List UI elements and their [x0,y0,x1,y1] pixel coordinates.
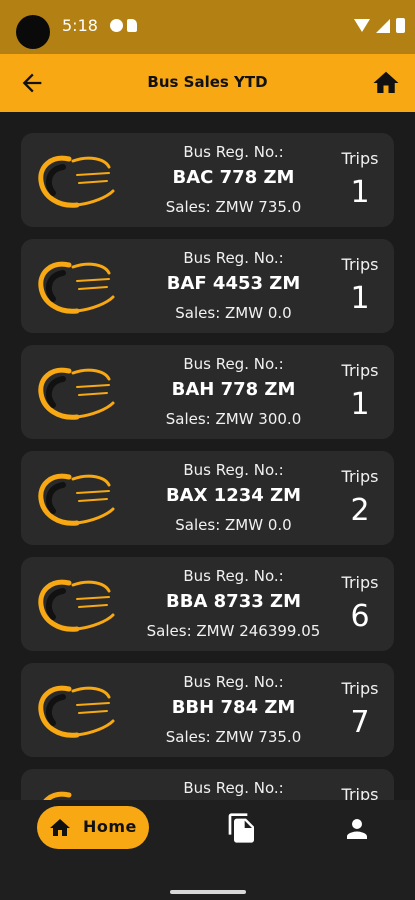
sd-card-icon [127,19,137,32]
system-home-indicator[interactable] [170,890,246,894]
bus-card[interactable]: Bus Reg. No.: BAH 778 ZM Sales: ZMW 300.… [21,345,394,439]
bus-reg-label: Bus Reg. No.: [183,249,284,267]
trips-label: Trips [341,573,379,592]
trips-label: Trips [341,679,379,698]
home-button[interactable] [371,68,401,98]
bus-card[interactable]: Bus Reg. No.: BAC 778 ZM Sales: ZMW 735.… [21,133,394,227]
bus-reg-label: Bus Reg. No.: [183,355,284,373]
notification-icon [110,19,123,32]
company-logo [38,155,115,208]
company-logo [38,579,115,632]
trips-count: 1 [350,175,370,210]
status-bar: 5:18 [0,0,415,54]
nav-profile-button[interactable] [342,814,372,844]
bus-reg-label: Bus Reg. No.: [183,673,284,691]
company-logo [38,261,115,314]
bus-card[interactable]: Bus Reg. No.: BBA 8733 ZM Sales: ZMW 246… [21,557,394,651]
bus-sales: Sales: ZMW 0.0 [175,304,292,322]
trips-count: 7 [350,705,370,740]
camera-cutout [16,15,50,49]
company-logo [38,367,115,420]
bus-sales: Sales: ZMW 246399.05 [146,622,321,640]
bus-reg-number: BBH 784 ZM [171,697,296,718]
trips-count: 6 [350,599,370,634]
trips-label: Trips [341,149,379,168]
nav-home-button[interactable]: Home [37,806,149,849]
trips-count: 1 [350,281,370,316]
home-icon [373,71,399,93]
bus-card[interactable]: Bus Reg. No.: BBH 784 ZM Sales: ZMW 735.… [21,663,394,757]
trips-count: 1 [350,387,370,422]
wifi-icon [354,19,370,32]
trips-label: Trips [341,255,379,274]
bus-reg-label: Bus Reg. No.: [183,143,284,161]
bus-sales-list[interactable]: Bus Reg. No.: BAC 778 ZM Sales: ZMW 735.… [0,112,415,800]
trips-label: Trips [341,467,379,486]
bus-reg-number: BAF 4453 ZM [166,273,301,294]
company-logo [43,791,72,800]
bus-reg-number: BAH 778 ZM [171,379,296,400]
bus-card[interactable]: Bus Reg. No.: BAX 1234 ZM Sales: ZMW 0.0… [21,451,394,545]
nav-documents-button[interactable] [226,812,258,844]
trips-label: Trips [341,785,379,800]
company-logo [38,685,115,738]
bus-card[interactable]: Bus Reg. No.: Trips [21,769,394,800]
bus-sales: Sales: ZMW 300.0 [165,410,302,428]
nav-home-label: Home [83,817,137,836]
bottom-nav: Home [0,800,415,900]
status-time: 5:18 [62,16,98,35]
bus-reg-number: BBA 8733 ZM [166,591,301,612]
bus-card[interactable]: Bus Reg. No.: BAF 4453 ZM Sales: ZMW 0.0… [21,239,394,333]
bus-reg-label: Bus Reg. No.: [183,567,284,585]
bus-reg-label: Bus Reg. No.: [183,461,284,479]
bus-sales: Sales: ZMW 735.0 [165,198,302,216]
company-logo [38,473,115,526]
signal-icon [376,18,390,33]
bus-reg-number: BAX 1234 ZM [165,485,302,506]
status-indicators [354,18,405,33]
bus-sales: Sales: ZMW 0.0 [175,516,292,534]
bus-reg-number: BAC 778 ZM [172,167,295,188]
trips-label: Trips [341,361,379,380]
profile-icon [347,819,367,839]
battery-icon [396,18,405,33]
documents-icon [228,813,254,843]
bus-sales: Sales: ZMW 735.0 [165,728,302,746]
bus-reg-label: Bus Reg. No.: [183,779,284,797]
home-icon [50,819,70,836]
app-bar: Bus Sales YTD [0,54,415,112]
page-title: Bus Sales YTD [147,73,268,91]
trips-count: 2 [350,493,370,528]
